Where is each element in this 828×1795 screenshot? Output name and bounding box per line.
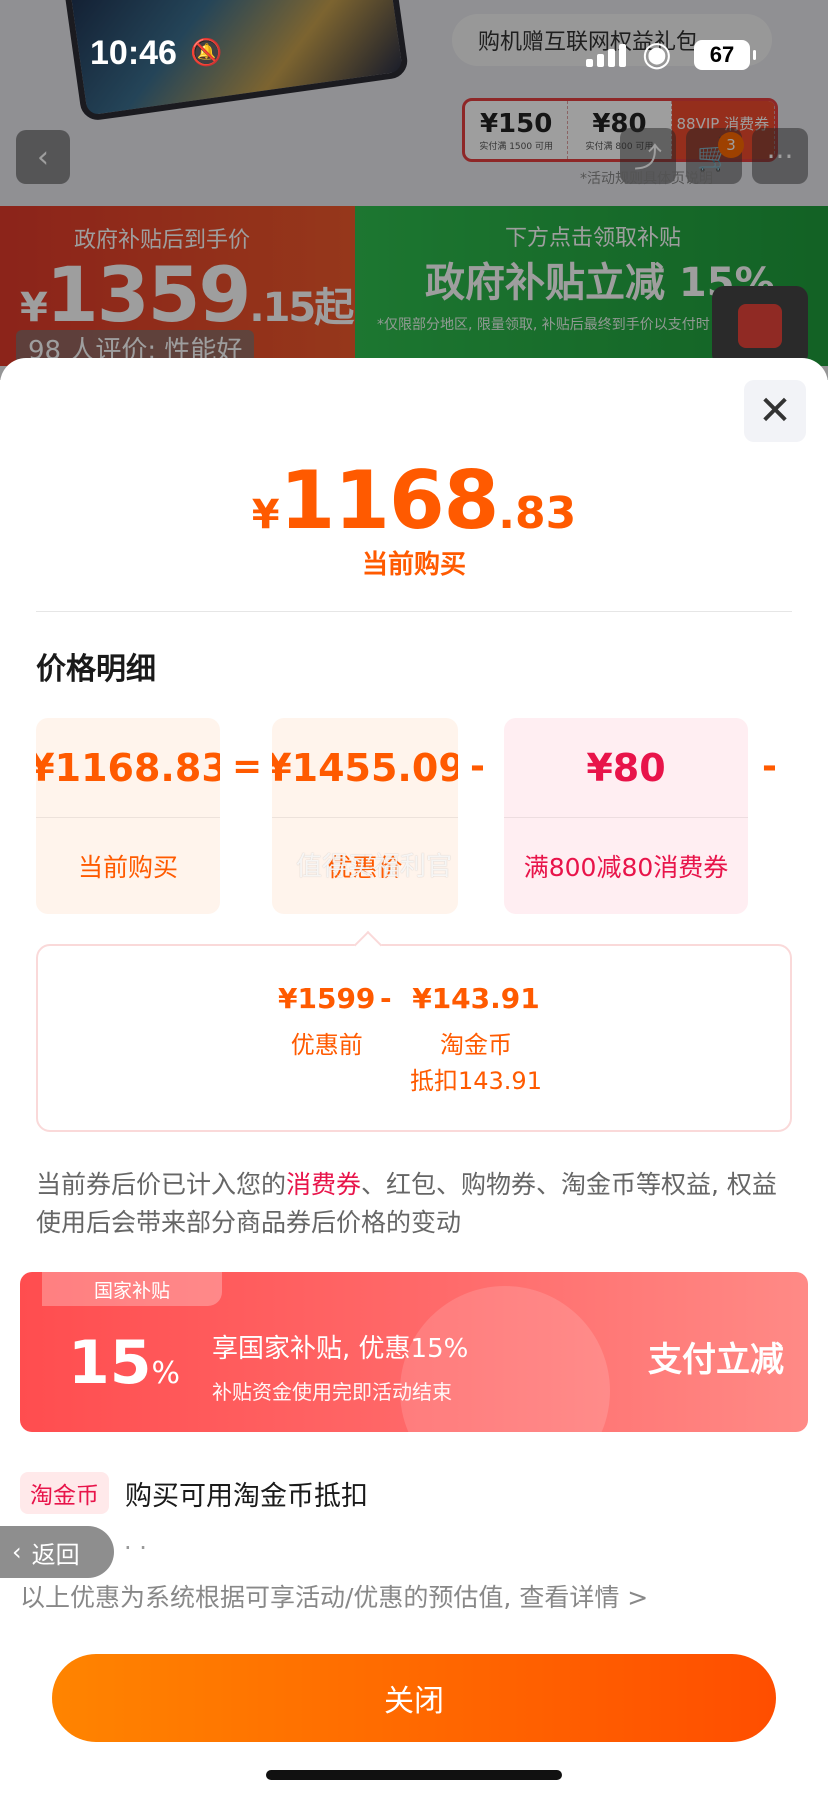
discount-price-box: ¥1455.09 优惠价 bbox=[272, 718, 458, 914]
card-pointer bbox=[353, 930, 383, 960]
home-indicator[interactable] bbox=[266, 1770, 562, 1780]
minus-sign: - bbox=[470, 746, 485, 787]
battery-icon: 67 bbox=[694, 40, 756, 70]
subsidy-note: 补贴资金使用完即活动结束 bbox=[212, 1380, 452, 1404]
divider bbox=[36, 611, 792, 612]
coupon-box: ¥80 满800减80消费券 bbox=[504, 718, 748, 914]
subsidy-title: 享国家补贴, 优惠15% bbox=[212, 1334, 469, 1364]
dots: · · bbox=[124, 1534, 147, 1562]
wifi-icon: ◉ bbox=[642, 34, 672, 74]
price-disclaimer: 当前券后价已计入您的消费券、红包、购物券、淘金币等权益, 权益使用后会带来部分商… bbox=[36, 1170, 777, 1237]
taojinbi-tag: 淘金币 bbox=[20, 1472, 109, 1514]
price-equation: ¥1168.83 当前购买 = ¥1455.09 优惠价 - ¥80 满800减… bbox=[0, 718, 828, 914]
minus-sign: - bbox=[762, 746, 777, 787]
taojinbi-row: 淘金币 购买可用淘金币抵扣 bbox=[20, 1472, 368, 1514]
chevron-left-icon: ‹ bbox=[12, 1538, 22, 1566]
status-time: 10:46 bbox=[90, 34, 177, 72]
consumer-coupon-link[interactable]: 消费券 bbox=[286, 1170, 361, 1199]
watermark: 值得买福利官 bbox=[296, 852, 453, 882]
close-icon[interactable]: ✕ bbox=[744, 380, 806, 442]
price-detail-sheet: ✕ ¥1168.83 当前购买 价格明细 ¥1168.83 当前购买 = ¥14… bbox=[0, 358, 828, 1795]
estimate-details-link[interactable]: 以上优惠为系统根据可享活动/优惠的预估值, 查看详情 > bbox=[20, 1578, 648, 1614]
silent-bell-icon: 🔕 bbox=[190, 38, 223, 68]
cellular-signal-icon bbox=[586, 44, 626, 67]
section-title: 价格明细 bbox=[36, 652, 156, 687]
back-button[interactable]: ‹ 返回 bbox=[0, 1526, 114, 1578]
equals-sign: = bbox=[232, 746, 263, 787]
before-discount: ¥1599 优惠前 bbox=[278, 982, 376, 1059]
national-subsidy-card[interactable]: 国家补贴 15% 享国家补贴, 优惠15% 补贴资金使用完即活动结束 支付立减 bbox=[20, 1272, 808, 1432]
subsidy-tag: 国家补贴 bbox=[42, 1272, 222, 1306]
taojinbi-deduction: ¥143.91 淘金币 抵扣143.91 bbox=[410, 982, 542, 1095]
current-price: ¥1168.83 bbox=[251, 454, 577, 547]
current-price-label: 当前购买 bbox=[361, 550, 466, 580]
close-button[interactable]: 关闭 bbox=[52, 1654, 776, 1742]
status-bar: 10:46 🔕 ◉ 67 bbox=[0, 0, 828, 110]
subsidy-percent: 15% bbox=[68, 1328, 181, 1398]
pay-discount-button[interactable]: 支付立减 bbox=[648, 1332, 784, 1381]
minus-sign: - bbox=[380, 982, 392, 1015]
taojinbi-text: 购买可用淘金币抵扣 bbox=[125, 1480, 368, 1512]
current-buy-box: ¥1168.83 当前购买 bbox=[36, 718, 220, 914]
discount-breakdown-card: ¥1599 优惠前 - ¥143.91 淘金币 抵扣143.91 bbox=[36, 930, 792, 1132]
